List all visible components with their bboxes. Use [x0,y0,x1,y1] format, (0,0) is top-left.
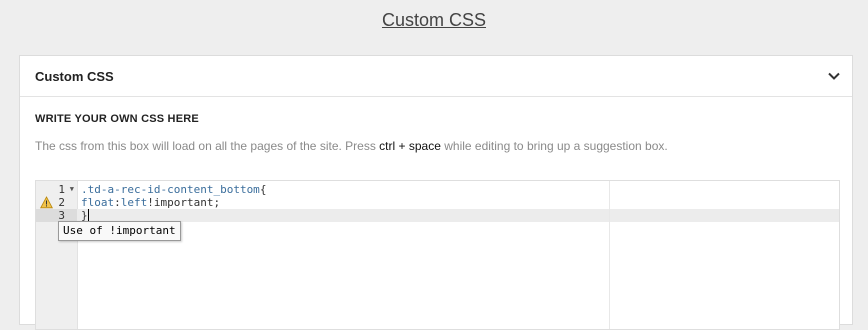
warning-icon[interactable] [40,196,53,209]
help-text: The css from this box will load on all t… [35,139,668,153]
active-line-highlight [77,209,839,222]
css-colon: : [114,196,121,209]
help-plus: + [395,139,409,153]
lint-tooltip: Use of !important [58,221,181,241]
help-text-before: The css from this box will load on all t… [35,139,380,153]
gutter-row: 2 [36,196,77,209]
css-selector: .td-a-rec-id-content_bottom [81,183,260,196]
chevron-down-icon[interactable] [826,68,842,84]
text-cursor [87,209,89,221]
fold-arrow-icon[interactable]: ▼ [70,183,74,196]
panel-header[interactable]: Custom CSS [20,56,852,97]
help-text-after: while editing to bring up a suggestion b… [440,139,668,153]
help-key-space: space [408,139,441,153]
css-property: float [81,196,115,209]
css-value: left [120,196,148,209]
help-key-ctrl: ctrl [379,139,396,153]
print-margin [609,181,610,329]
open-brace: { [259,183,267,196]
code-line[interactable]: float:left!important; [81,196,220,209]
line-number: 1 [58,183,65,196]
gutter-row: 1 ▼ [36,183,77,196]
css-code-editor[interactable]: 1 ▼ 2 3 .td-a-rec-id-content_bottom{ flo… [35,180,840,330]
panel-title: Custom CSS [35,68,114,84]
section-heading: WRITE YOUR OWN CSS HERE [35,113,199,125]
page-title[interactable]: Custom CSS [0,10,868,31]
css-important: !important; [147,196,221,209]
code-line[interactable]: .td-a-rec-id-content_bottom{ [81,183,266,196]
custom-css-panel: Custom CSS WRITE YOUR OWN CSS HERE The c… [19,55,853,330]
line-number: 2 [58,196,65,209]
